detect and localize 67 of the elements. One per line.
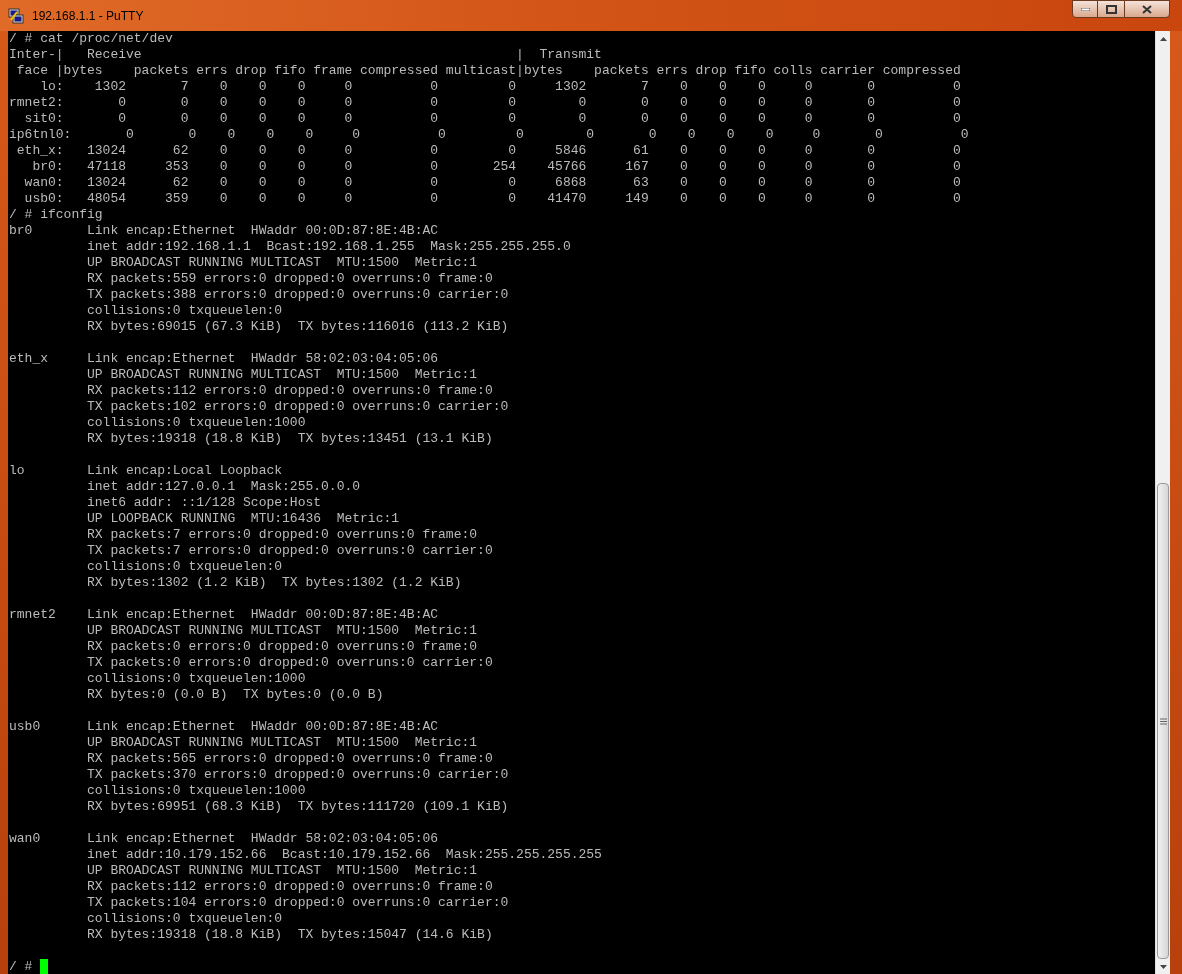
terminal-line: UP BROADCAST RUNNING MULTICAST MTU:1500 Metric:1 [86, 735, 478, 751]
terminal-line: UP LOOPBACK RUNNING MTU:16436 Metric:1 [86, 511, 400, 527]
terminal-line: usb0 Link encap:Ethernet HWaddr 00:0D:87:8E:4B:AC [9, 719, 439, 735]
terminal-line: TX packets:388 errors:0 dropped:0 overruns:0 carrier:0 [86, 287, 509, 303]
terminal-line: eth_x: 13024 62 0 0 0 0 0 0 5846 61 0 0 0 0 0 0 [15, 143, 961, 159]
terminal-line: collisions:0 txqueuelen:0 [86, 911, 283, 927]
terminal-line: inet6 addr: ::1/128 Scope:Host [86, 495, 322, 511]
terminal-line: TX packets:0 errors:0 dropped:0 overruns:0 carrier:0 [86, 655, 493, 671]
terminal-line: collisions:0 txqueuelen:1000 [86, 783, 306, 799]
terminal-line: face |bytes packets errs drop fifo frame compressed multicast|bytes packets errs drop fifo colls carrier compressed [15, 63, 961, 79]
terminal-line: RX packets:565 errors:0 dropped:0 overruns:0 frame:0 [86, 751, 493, 767]
terminal-line: collisions:0 txqueuelen:1000 [86, 415, 306, 431]
terminal-line: RX bytes:19318 (18.8 KiB) TX bytes:15047 (14.6 KiB) [86, 927, 493, 943]
terminal-line: RX bytes:69951 (68.3 KiB) TX bytes:111720 (109.1 KiB) [86, 799, 509, 815]
terminal-line: UP BROADCAST RUNNING MULTICAST MTU:1500 Metric:1 [86, 623, 478, 639]
window-title: 192.168.1.1 - PuTTY [32, 7, 144, 25]
terminal-line: wan0: 13024 62 0 0 0 0 0 0 6868 63 0 0 0 0 0 0 [23, 175, 961, 191]
terminal-line: TX packets:370 errors:0 dropped:0 overruns:0 carrier:0 [86, 767, 509, 783]
terminal-line: RX packets:7 errors:0 dropped:0 overruns:0 frame:0 [86, 527, 478, 543]
terminal-line: UP BROADCAST RUNNING MULTICAST MTU:1500 Metric:1 [86, 367, 478, 383]
terminal-line: RX packets:112 errors:0 dropped:0 overruns:0 frame:0 [86, 879, 493, 895]
maximize-icon [1105, 4, 1117, 14]
terminal-line: RX packets:559 errors:0 dropped:0 overruns:0 frame:0 [86, 271, 493, 287]
terminal-line: collisions:0 txqueuelen:1000 [86, 671, 306, 687]
terminal-line: TX packets:7 errors:0 dropped:0 overruns:0 carrier:0 [86, 543, 493, 559]
text-cursor [40, 959, 49, 974]
terminal-line: / # ifconfig [9, 207, 103, 223]
minimize-button[interactable] [1072, 0, 1098, 18]
terminal-line: inet addr:10.179.152.66 Bcast:10.179.152.66 Mask:255.255.255.255 [86, 847, 602, 863]
terminal-line: inet addr:127.0.0.1 Mask:255.0.0.0 [86, 479, 361, 495]
terminal-line: wan0 Link encap:Ethernet HWaddr 58:02:03:04:05:06 [9, 831, 439, 847]
vertical-scrollbar[interactable] [1155, 31, 1170, 974]
terminal-line: RX bytes:1302 (1.2 KiB) TX bytes:1302 (1.2 KiB) [86, 575, 462, 591]
terminal-line: inet addr:192.168.1.1 Bcast:192.168.1.255 Mask:255.255.255.0 [86, 239, 571, 255]
terminal-line: collisions:0 txqueuelen:0 [86, 559, 283, 575]
terminal-line: rmnet2 Link encap:Ethernet HWaddr 00:0D:87:8E:4B:AC [9, 607, 439, 623]
terminal-line: lo: 1302 7 0 0 0 0 0 0 1302 7 0 0 0 0 0 0 [39, 79, 961, 95]
terminal-app-icon [8, 7, 24, 24]
shell-prompt: / # [9, 959, 34, 974]
terminal-line: UP BROADCAST RUNNING MULTICAST MTU:1500 Metric:1 [86, 863, 478, 879]
scroll-down-arrow-icon[interactable] [1159, 964, 1167, 969]
scrollbar-thumb[interactable] [1157, 483, 1169, 959]
terminal-line: eth_x Link encap:Ethernet HWaddr 58:02:03:04:05:06 [9, 351, 439, 367]
close-button[interactable] [1124, 0, 1170, 18]
terminal-line: RX bytes:0 (0.0 B) TX bytes:0 (0.0 B) [86, 687, 384, 703]
close-icon [1142, 4, 1152, 14]
terminal-line: ip6tnl0: 0 0 0 0 0 0 0 0 0 0 0 0 0 0 0 0 [9, 127, 969, 143]
terminal-line: UP BROADCAST RUNNING MULTICAST MTU:1500 Metric:1 [86, 255, 478, 271]
terminal-line: usb0: 48054 359 0 0 0 0 0 0 41470 149 0 0 0 0 0 0 [23, 191, 961, 207]
maximize-button[interactable] [1098, 0, 1124, 18]
terminal-line: TX packets:104 errors:0 dropped:0 overruns:0 carrier:0 [86, 895, 509, 911]
terminal-line: rmnet2: 0 0 0 0 0 0 0 0 0 0 0 0 0 0 0 0 [9, 95, 961, 111]
minimize-icon [1080, 7, 1090, 11]
terminal-line: sit0: 0 0 0 0 0 0 0 0 0 0 0 0 0 0 0 0 [23, 111, 961, 127]
terminal-line: collisions:0 txqueuelen:0 [86, 303, 283, 319]
terminal-line: Inter-| Receive | Transmit [9, 47, 602, 63]
terminal-line: TX packets:102 errors:0 dropped:0 overruns:0 carrier:0 [86, 399, 509, 415]
terminal-line: RX packets:112 errors:0 dropped:0 overruns:0 frame:0 [86, 383, 493, 399]
terminal-line: RX bytes:19318 (18.8 KiB) TX bytes:13451 (13.1 KiB) [86, 431, 493, 447]
grip-icon [1159, 717, 1167, 725]
terminal-line: / # cat /proc/net/dev [9, 31, 173, 47]
terminal-line: RX packets:0 errors:0 dropped:0 overruns:0 frame:0 [86, 639, 478, 655]
terminal-line: br0: 47118 353 0 0 0 0 0 254 45766 167 0 0 0 0 0 0 [31, 159, 961, 175]
terminal-line: RX bytes:69015 (67.3 KiB) TX bytes:116016 (113.2 KiB) [86, 319, 509, 335]
scroll-up-arrow-icon[interactable] [1159, 36, 1167, 41]
terminal-line: lo Link encap:Local Loopback [9, 463, 283, 479]
terminal-line: br0 Link encap:Ethernet HWaddr 00:0D:87:8E:4B:AC [9, 223, 439, 239]
